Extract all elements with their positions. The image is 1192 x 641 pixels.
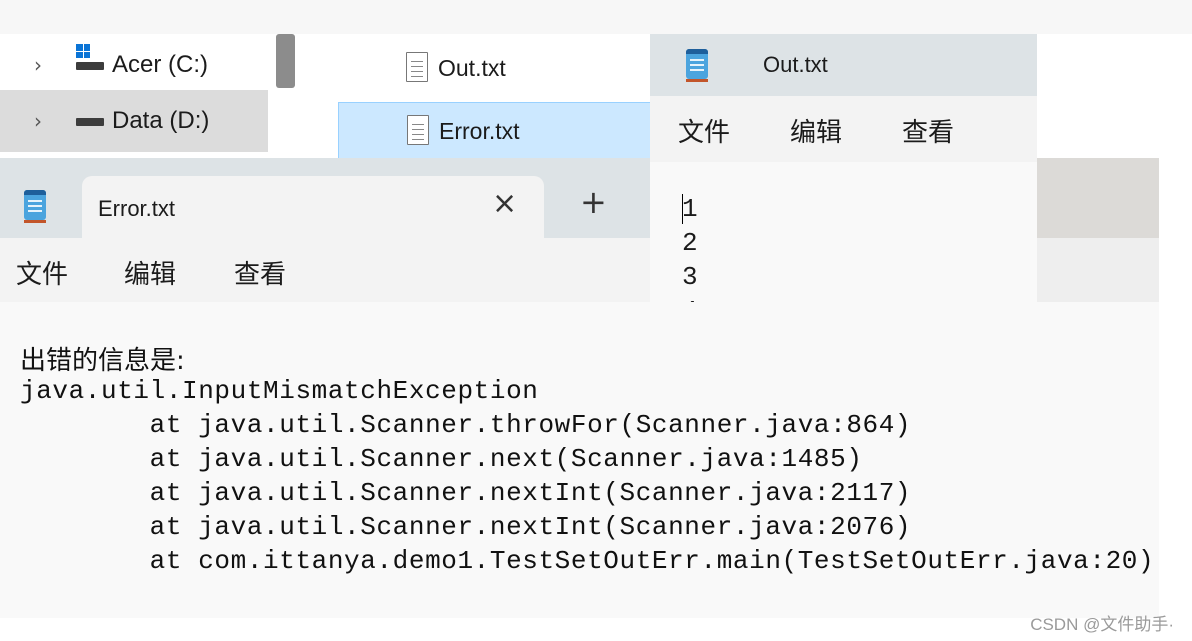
text-line: 2 [682,228,698,258]
text-line: at java.util.Scanner.next(Scanner.java:1… [20,444,863,474]
notepad-icon [686,49,708,82]
drive-icon [76,62,104,70]
nav-item-label: Data (D:) [112,107,210,134]
chevron-right-icon[interactable]: › [34,53,42,77]
chevron-right-icon[interactable]: › [34,109,42,133]
menu-file[interactable]: 文件 [16,254,68,291]
text-line: 出错的信息是: [20,346,185,376]
menu-file[interactable]: 文件 [678,112,730,149]
text-line: 3 [682,262,698,292]
nav-scrollbar[interactable] [276,34,295,88]
tab-title: Error.txt [98,196,176,221]
file-name: Out.txt [438,54,506,81]
notepad-window-error: Error.txt × + 文件 编辑 查看 出错的信息是: java.util… [0,158,1159,618]
file-list: Out.txt Error.txt [300,34,652,160]
menu-bar: 文件 编辑 查看 [650,96,1037,163]
new-tab-icon[interactable]: + [580,186,607,218]
nav-item-data-d[interactable]: › Data (D:) [0,90,268,152]
background-window-edge [1037,238,1159,302]
background-window-edge [1037,158,1159,238]
navigation-pane: › Acer (C:) › Data (D:) [0,34,300,158]
menu-edit[interactable]: 编辑 [790,112,842,149]
text-line: java.util.InputMismatchException [20,376,539,406]
tab-title[interactable]: Out.txt [763,52,828,78]
text-file-icon [406,52,428,82]
menu-view[interactable]: 查看 [234,254,286,291]
tab-strip: Out.txt [650,34,1037,96]
notepad-icon [24,190,46,223]
windows-drive-icon [76,44,90,58]
watermark: CSDN @文件助手· [1030,615,1174,634]
text-line: 1 [682,194,698,224]
drive-icon [76,118,104,126]
close-tab-icon[interactable]: × [492,186,517,221]
file-name: Error.txt [439,117,520,144]
nav-item-label: Acer (C:) [112,51,208,78]
explorer-address-bar [0,0,1192,34]
tab-strip: Error.txt × + [0,158,650,238]
text-line: at com.ittanya.demo1.TestSetOutErr.main(… [20,546,1155,576]
notepad-app-tab-area [650,34,746,96]
file-item-error-txt[interactable]: Error.txt [338,102,652,160]
menu-edit[interactable]: 编辑 [124,254,176,291]
text-line: at java.util.Scanner.nextInt(Scanner.jav… [20,478,912,508]
text-line: at java.util.Scanner.throwFor(Scanner.ja… [20,410,912,440]
tab-error-txt[interactable]: Error.txt × [82,176,544,238]
nav-item-acer-c[interactable]: › Acer (C:) [0,34,268,96]
text-line: at java.util.Scanner.nextInt(Scanner.jav… [20,512,912,542]
menu-view[interactable]: 查看 [902,112,954,149]
text-file-icon [407,115,429,145]
file-item-out-txt[interactable]: Out.txt [338,40,650,96]
menu-bar: 文件 编辑 查看 [0,238,650,303]
text-editor[interactable]: 出错的信息是: java.util.InputMismatchException… [0,302,1159,618]
